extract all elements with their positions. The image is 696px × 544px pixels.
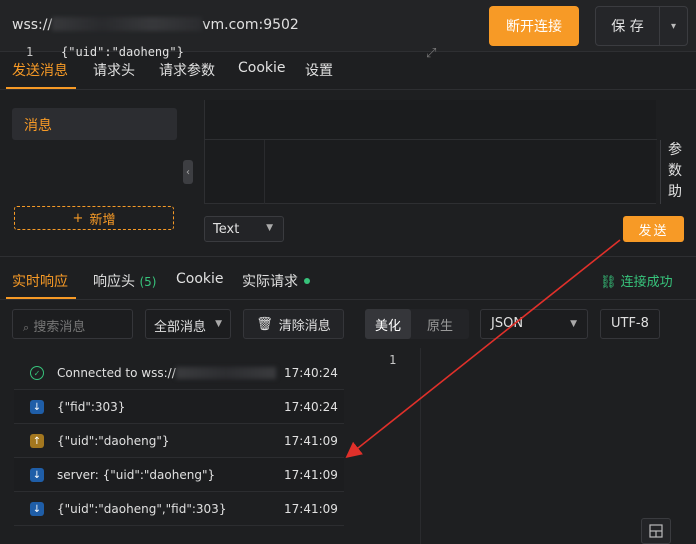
clear-messages-button[interactable]: 🗑 清除消息 [243, 309, 344, 339]
message-text: Connected to wss:// [57, 366, 276, 380]
send-button[interactable]: 发送 [623, 216, 684, 242]
tab-realtime-response[interactable]: 实时响应 [12, 271, 68, 291]
tab-response-headers[interactable]: 响应头 (5) [93, 271, 156, 291]
param-helper-panel[interactable]: 参数助 [660, 140, 690, 204]
editor-line-number: 1 [26, 45, 34, 59]
response-line-number: 1 [389, 353, 397, 367]
editor-gutter [205, 140, 265, 204]
layout-toggle-icon[interactable] [641, 518, 671, 544]
tab-actual-request[interactable]: 实际请求 [242, 271, 311, 291]
plus-icon: + [72, 210, 84, 226]
format-pretty-button[interactable]: 美化 [365, 309, 412, 339]
collapse-left-icon[interactable]: ‹ [183, 160, 193, 184]
response-viewer[interactable]: 1 [365, 348, 696, 544]
message-time: 17:41:09 [284, 502, 338, 516]
message-time: 17:40:24 [284, 366, 338, 380]
encoding-select[interactable]: UTF-8 [600, 309, 660, 339]
message-row[interactable]: ↓ server: {"uid":"daoheng"} 17:41:09 [14, 458, 344, 492]
message-time: 17:41:09 [284, 434, 338, 448]
url-suffix: vm.com:9502 [202, 17, 299, 33]
search-icon: ⌕ [23, 321, 30, 334]
response-headers-count: (5) [139, 275, 157, 289]
tab-response-cookie[interactable]: Cookie [176, 271, 224, 287]
expand-icon[interactable]: ⤢ [426, 46, 436, 61]
connection-url[interactable]: wss:// vm.com:9502 [12, 17, 299, 33]
message-editor[interactable] [204, 100, 657, 204]
chevron-down-icon: ▼ [215, 319, 222, 329]
message-time: 17:41:09 [284, 468, 338, 482]
message-time: 17:40:24 [284, 400, 338, 414]
active-tab-indicator [6, 87, 76, 89]
message-row[interactable]: ↓ {"uid":"daoheng","fid":303} 17:41:09 [14, 492, 344, 526]
search-placeholder: 搜索消息 [33, 320, 86, 335]
save-button-group: 保 存 ▾ [595, 6, 688, 46]
message-row[interactable]: ↓ {"fid":303} 17:40:24 [14, 390, 344, 424]
message-type-value: Text [213, 221, 240, 237]
param-helper-label: 参数助 [668, 142, 682, 200]
tab-cookie[interactable]: Cookie [238, 60, 286, 76]
chevron-down-icon: ▼ [266, 223, 273, 233]
redacted-host [52, 17, 203, 31]
message-type-select[interactable]: Text ▼ [204, 216, 284, 242]
add-message-button[interactable]: + 新增 [14, 206, 174, 230]
arrow-down-icon: ↓ [30, 468, 44, 482]
connection-status-text: 连接成功 [620, 275, 673, 290]
save-button[interactable]: 保 存 [596, 7, 659, 45]
message-log: ✓ Connected to wss:// 17:40:24 ↓ {"fid":… [14, 356, 344, 526]
message-text: {"uid":"daoheng"} [57, 434, 170, 448]
tab-request-headers[interactable]: 请求头 [93, 60, 135, 80]
connection-status: ⛓ 连接成功 [600, 271, 673, 290]
message-text: server: {"uid":"daoheng"} [57, 468, 216, 482]
tab-request-params[interactable]: 请求参数 [159, 60, 215, 80]
tab-actual-request-label: 实际请求 [242, 274, 298, 290]
disconnect-button[interactable]: 断开连接 [489, 6, 579, 46]
clear-messages-label: 清除消息 [278, 318, 331, 334]
language-value: JSON [491, 316, 524, 331]
editor-toolbar [205, 100, 657, 140]
message-text: {"fid":303} [57, 400, 126, 414]
tab-send-message[interactable]: 发送消息 [12, 60, 68, 80]
message-filter-value: 全部消息 [154, 320, 207, 335]
url-prefix: wss:// [12, 17, 53, 33]
format-tabs: 美化 原生 [365, 309, 469, 339]
status-dot-icon [304, 278, 311, 284]
message-row[interactable]: ✓ Connected to wss:// 17:40:24 [14, 356, 344, 390]
message-text: {"uid":"daoheng","fid":303} [57, 502, 227, 516]
redacted-host [175, 367, 276, 379]
format-raw-button[interactable]: 原生 [417, 309, 463, 339]
chevron-down-icon: ▼ [570, 319, 577, 329]
trash-icon: 🗑 [256, 316, 273, 332]
save-dropdown-chevron-icon[interactable]: ▾ [659, 7, 687, 45]
tab-settings[interactable]: 设置 [305, 60, 333, 80]
active-response-tab-indicator [6, 297, 76, 299]
language-select[interactable]: JSON ▼ [480, 309, 588, 339]
link-icon: ⛓ [600, 275, 617, 290]
message-row[interactable]: ↑ {"uid":"daoheng"} 17:41:09 [14, 424, 344, 458]
response-tabs: 实时响应 响应头 (5) Cookie 实际请求 [0, 256, 696, 300]
response-gutter [365, 348, 421, 544]
arrow-up-icon: ↑ [30, 434, 44, 448]
message-search-input[interactable]: ⌕ 搜索消息 [12, 309, 133, 339]
encoding-value: UTF-8 [611, 316, 649, 331]
message-list-item[interactable]: 消息 [12, 108, 177, 140]
check-circle-icon: ✓ [30, 366, 44, 380]
arrow-down-icon: ↓ [30, 502, 44, 516]
add-message-label: 新增 [89, 212, 116, 228]
message-filter-select[interactable]: 全部消息 ▼ [145, 309, 231, 339]
arrow-down-icon: ↓ [30, 400, 44, 414]
tab-response-headers-label: 响应头 [93, 274, 135, 290]
editor-code-line[interactable]: {"uid":"daoheng"} [61, 45, 184, 59]
